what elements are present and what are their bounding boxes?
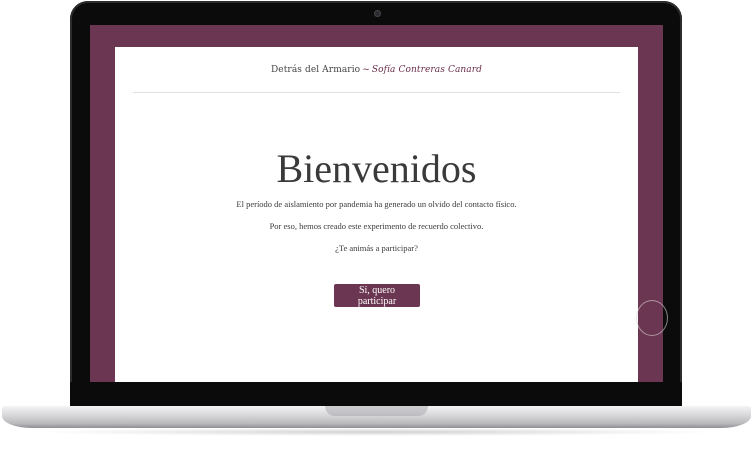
laptop-screen: Detrás del Armario ~ Sofía Contreras Can… [90, 25, 663, 382]
site-header: Detrás del Armario ~ Sofía Contreras Can… [133, 47, 620, 93]
intro-question: ¿Te animás a participar? [335, 243, 418, 253]
author-name[interactable]: Sofía Contreras Canard [372, 65, 482, 75]
intro-paragraph-1: El período de aislamiento por pandemia h… [236, 199, 517, 209]
decorative-circle [636, 300, 668, 336]
laptop-notch [325, 406, 428, 416]
header-separator: ~ [362, 64, 370, 75]
intro-paragraph-2: Por eso, hemos creado este experimento d… [269, 221, 484, 231]
screen-bezel-bottom [70, 382, 682, 406]
site-name[interactable]: Detrás del Armario [271, 65, 360, 75]
page-title: Bienvenidos [276, 146, 477, 191]
laptop-shadow [30, 428, 723, 436]
camera-icon [374, 10, 381, 17]
participate-button[interactable]: Sí, quero participar [334, 284, 420, 307]
web-page: Detrás del Armario ~ Sofía Contreras Can… [115, 47, 638, 382]
